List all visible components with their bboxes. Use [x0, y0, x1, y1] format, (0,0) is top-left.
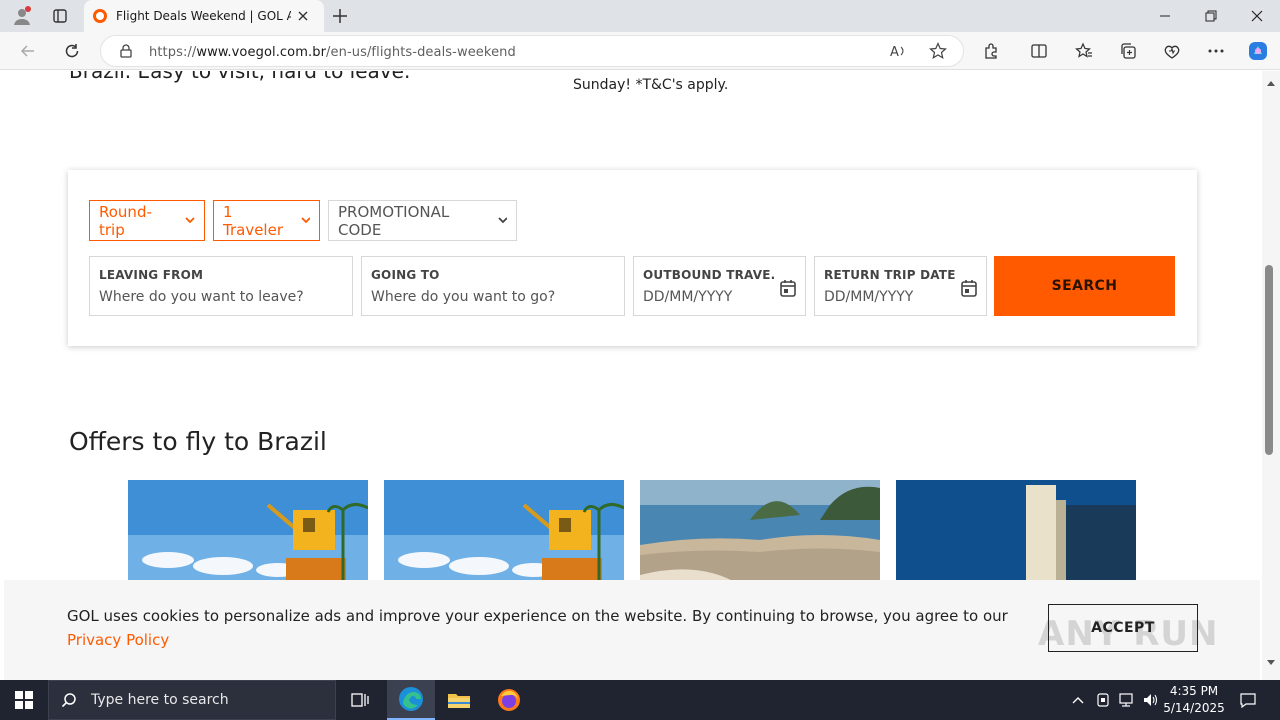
- tab-gol-flight-deals[interactable]: Flight Deals Weekend | GOL Airlin: [84, 0, 324, 32]
- extensions-icon[interactable]: [977, 37, 1005, 65]
- firefox-icon[interactable]: [485, 680, 533, 720]
- screen: Flight Deals Weekend | GOL Airlin https:…: [0, 0, 1280, 720]
- show-hidden-icons-icon[interactable]: [1068, 680, 1088, 720]
- promotional-code-select[interactable]: PROMOTIONAL CODE: [328, 200, 517, 241]
- offers-heading: Offers to fly to Brazil: [69, 427, 327, 456]
- cookie-banner: GOL uses cookies to personalize ads and …: [4, 580, 1260, 680]
- edge-taskbar-icon[interactable]: [387, 680, 435, 720]
- favorites-icon[interactable]: [1070, 37, 1098, 65]
- more-options-icon[interactable]: [1202, 37, 1230, 65]
- profile-avatar-icon[interactable]: [10, 4, 34, 28]
- minimize-button[interactable]: [1142, 0, 1188, 32]
- going-to-input[interactable]: Where do you want to go?: [371, 289, 615, 305]
- back-icon[interactable]: [14, 37, 42, 65]
- cookie-message: GOL uses cookies to personalize ads and …: [67, 607, 1008, 649]
- url-text: https://www.voegol.com.br/en-us/flights-…: [149, 45, 516, 60]
- return-date-label: RETURN TRIP DATE: [824, 268, 956, 282]
- system-clock[interactable]: 4:35 PM 5/14/2025: [1160, 683, 1228, 717]
- chevron-down-icon: [185, 217, 195, 224]
- scroll-up-icon[interactable]: [1266, 79, 1276, 87]
- file-explorer-icon[interactable]: [435, 680, 483, 720]
- offer-card-image[interactable]: [128, 480, 368, 590]
- browser-essentials-icon[interactable]: [1158, 37, 1186, 65]
- return-date-field[interactable]: RETURN TRIP DATE DD/MM/YYYY: [814, 256, 987, 316]
- collections-icon[interactable]: [1114, 37, 1142, 65]
- leaving-from-input[interactable]: Where do you want to leave?: [99, 289, 343, 305]
- gol-favicon-icon: [93, 9, 107, 23]
- copilot-icon[interactable]: [1244, 37, 1272, 65]
- taskbar-search-box[interactable]: Type here to search: [48, 680, 336, 720]
- offer-card-image[interactable]: [896, 480, 1136, 590]
- return-date-input[interactable]: DD/MM/YYYY: [824, 289, 977, 305]
- trip-type-select[interactable]: Round-trip: [89, 200, 205, 241]
- svg-text:A: A: [890, 45, 899, 59]
- outbound-date-input[interactable]: DD/MM/YYYY: [643, 289, 796, 305]
- going-to-label: GOING TO: [371, 268, 440, 282]
- read-aloud-icon[interactable]: A: [890, 43, 908, 59]
- privacy-policy-link[interactable]: Privacy Policy: [67, 631, 169, 649]
- chevron-down-icon: [497, 217, 507, 224]
- trip-type-value: Round-trip: [99, 202, 152, 239]
- travelers-value: 1 Traveler: [223, 202, 283, 239]
- web-page: Brazil. Easy to visit, hard to leave. Su…: [4, 71, 1260, 680]
- address-bar[interactable]: https://www.voegol.com.br/en-us/flights-…: [100, 35, 964, 67]
- volume-icon[interactable]: [1140, 680, 1162, 720]
- new-tab-icon[interactable]: [328, 4, 352, 28]
- favorite-star-icon[interactable]: [929, 42, 947, 60]
- windows-taskbar: Type here to search 4:35 PM 5/14/2025: [0, 680, 1280, 720]
- taskbar-search-placeholder: Type here to search: [91, 692, 229, 708]
- calendar-icon[interactable]: [780, 279, 796, 297]
- tab-title: Flight Deals Weekend | GOL Airlin: [116, 9, 291, 23]
- clock-date: 5/14/2025: [1163, 701, 1225, 715]
- search-button[interactable]: SEARCH: [994, 256, 1175, 316]
- outbound-date-label: OUTBOUND TRAVE...: [643, 268, 775, 282]
- promotional-code-label: PROMOTIONAL CODE: [338, 202, 450, 239]
- task-view-button[interactable]: [336, 680, 384, 720]
- device-icon[interactable]: [1093, 680, 1113, 720]
- leaving-from-label: LEAVING FROM: [99, 268, 204, 282]
- outbound-date-field[interactable]: OUTBOUND TRAVE... DD/MM/YYYY: [633, 256, 806, 316]
- scrollbar-thumb[interactable]: [1265, 265, 1273, 455]
- flight-search-form: Round-trip 1 Traveler PROMOTIONAL CODE L…: [68, 170, 1197, 346]
- leaving-from-field[interactable]: LEAVING FROM Where do you want to leave?: [89, 256, 353, 316]
- refresh-icon[interactable]: [58, 37, 86, 65]
- restore-button[interactable]: [1188, 0, 1234, 32]
- lock-icon[interactable]: [119, 44, 133, 58]
- windows-logo-icon: [15, 691, 33, 709]
- notifications-icon[interactable]: [1234, 680, 1262, 720]
- tab-actions-icon[interactable]: [48, 4, 72, 28]
- search-icon: [61, 693, 76, 708]
- close-tab-icon[interactable]: [297, 10, 309, 22]
- travelers-select[interactable]: 1 Traveler: [213, 200, 320, 241]
- clock-time: 4:35 PM: [1169, 684, 1219, 698]
- browser-toolbar: https://www.voegol.com.br/en-us/flights-…: [0, 32, 1280, 70]
- offer-card-image[interactable]: [384, 480, 624, 590]
- promo-terms-text: Sunday! *T&C's apply.: [573, 77, 729, 93]
- hero-tagline: Brazil. Easy to visit, hard to leave.: [69, 71, 411, 83]
- scroll-down-icon[interactable]: [1266, 659, 1276, 667]
- chevron-down-icon: [300, 217, 310, 224]
- start-button[interactable]: [0, 680, 48, 720]
- going-to-field[interactable]: GOING TO Where do you want to go?: [361, 256, 625, 316]
- offer-card-image[interactable]: [640, 480, 880, 590]
- accept-cookies-button[interactable]: ACCEPT: [1048, 604, 1198, 652]
- split-screen-icon[interactable]: [1025, 37, 1053, 65]
- browser-tab-bar: Flight Deals Weekend | GOL Airlin: [0, 0, 1280, 32]
- close-window-button[interactable]: [1234, 0, 1280, 32]
- network-icon[interactable]: [1116, 680, 1138, 720]
- calendar-icon[interactable]: [961, 279, 977, 297]
